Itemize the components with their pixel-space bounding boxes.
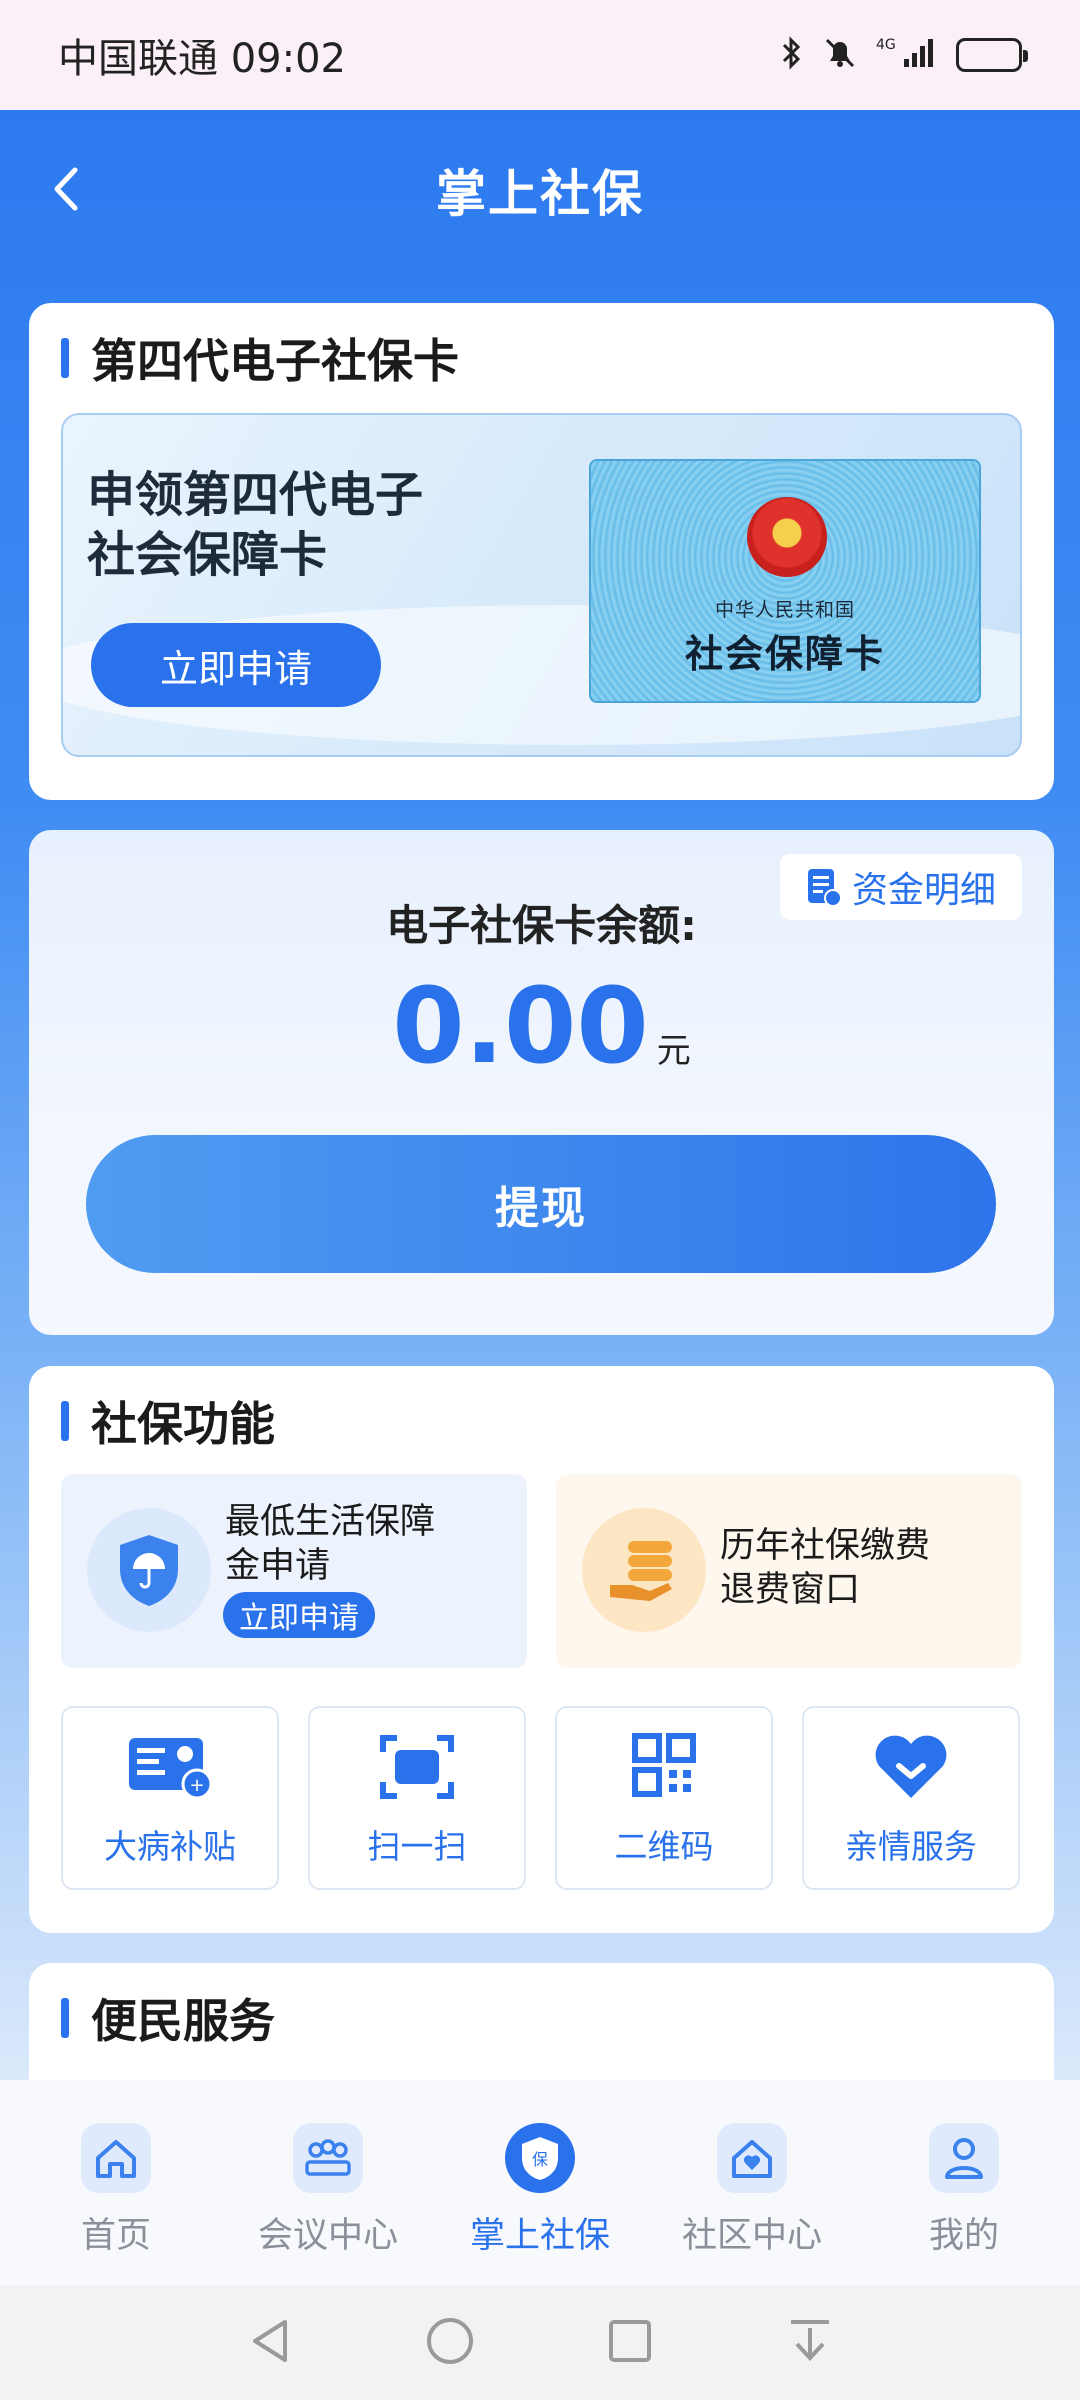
feature-right-text: 历年社保缴费 退费窗口 bbox=[720, 1524, 930, 1612]
tile-label: 亲情服务 bbox=[845, 1827, 977, 1866]
tile-label: 大病补贴 bbox=[104, 1827, 236, 1866]
title-accent-bar bbox=[61, 338, 69, 378]
section-title-text: 社保功能 bbox=[91, 1397, 275, 1451]
coin-hand-icon bbox=[582, 1508, 706, 1632]
tile-family-service[interactable]: 亲情服务 bbox=[802, 1706, 1020, 1890]
balance-amount: 0.00 元 bbox=[29, 965, 1054, 1087]
apply-now-tag[interactable]: 立即申请 bbox=[223, 1592, 375, 1638]
community-icon bbox=[717, 2123, 787, 2193]
nav-label: 会议中心 bbox=[257, 2216, 398, 2256]
nav-label: 我的 bbox=[928, 2216, 999, 2256]
id-card-subsidy-icon: + bbox=[63, 1732, 277, 1802]
functions-card: 社保功能 最低生活保障 金申请 立即申请 历年社保缴费 退费窗口 + 大病补贴 … bbox=[29, 1366, 1054, 1933]
withdraw-button[interactable]: 提现 bbox=[86, 1135, 996, 1273]
nav-item-meeting[interactable]: 会议中心 bbox=[228, 2080, 428, 2285]
back-button[interactable] bbox=[32, 154, 102, 224]
feature-left-line2: 金申请 bbox=[225, 1546, 331, 1586]
home-icon bbox=[81, 2123, 151, 2193]
system-home-icon[interactable] bbox=[425, 2316, 475, 2370]
signal-icon: 4G bbox=[876, 35, 938, 75]
national-emblem-icon bbox=[747, 497, 827, 577]
feature-left-text: 最低生活保障 金申请 bbox=[225, 1500, 435, 1588]
banner-text-line2: 社会保障卡 bbox=[87, 527, 328, 583]
tile-label: 扫一扫 bbox=[367, 1827, 467, 1866]
section-title-apply: 第四代电子社保卡 bbox=[61, 325, 459, 391]
minimum-living-allowance-feature[interactable]: 最低生活保障 金申请 立即申请 bbox=[61, 1474, 527, 1668]
carrier-time: 中国联通 09:02 bbox=[58, 36, 346, 82]
card-country-text: 中华人民共和国 bbox=[714, 599, 855, 621]
card-name-text: 社会保障卡 bbox=[684, 632, 885, 676]
nav-label: 首页 bbox=[80, 2216, 151, 2256]
nav-item-social-security[interactable]: 保 掌上社保 bbox=[440, 2080, 640, 2285]
page-title: 掌上社保 bbox=[436, 165, 644, 223]
feature-right-line2: 退费窗口 bbox=[720, 1570, 861, 1610]
title-accent-bar bbox=[61, 1401, 69, 1441]
svg-text:+: + bbox=[189, 1775, 204, 1796]
title-accent-bar bbox=[61, 1998, 69, 2038]
network-type: 4G bbox=[876, 37, 896, 53]
shield-icon: 保 bbox=[505, 2123, 575, 2193]
social-security-card-image: 中华人民共和国 社会保障卡 bbox=[589, 459, 981, 703]
mute-bell-icon bbox=[822, 35, 858, 75]
balance-card: 资金明细 电子社保卡余额: 0.00 元 提现 bbox=[29, 830, 1054, 1335]
status-bar: 中国联通 09:02 4G bbox=[0, 0, 1080, 110]
tile-qr-code[interactable]: 二维码 bbox=[555, 1706, 773, 1890]
chevron-left-icon bbox=[54, 167, 78, 211]
meeting-icon bbox=[293, 2123, 363, 2193]
top-bar: 掌上社保 bbox=[0, 110, 1080, 270]
apply-now-button[interactable]: 立即申请 bbox=[91, 623, 381, 707]
tile-label: 二维码 bbox=[614, 1827, 714, 1866]
balance-unit: 元 bbox=[656, 1031, 691, 1071]
balance-value: 0.00 bbox=[392, 965, 649, 1087]
status-icons: 4G bbox=[780, 35, 1028, 75]
nav-label: 掌上社保 bbox=[469, 2216, 610, 2256]
section-title-convenience: 便民服务 bbox=[61, 1985, 275, 2051]
system-recents-icon[interactable] bbox=[605, 2316, 655, 2370]
nav-item-home[interactable]: 首页 bbox=[16, 2080, 216, 2285]
system-notification-pull-icon[interactable] bbox=[785, 2316, 835, 2370]
tile-serious-illness-subsidy[interactable]: + 大病补贴 bbox=[61, 1706, 279, 1890]
nav-label: 社区中心 bbox=[681, 2216, 822, 2256]
banner-text: 申领第四代电子 社会保障卡 bbox=[87, 465, 423, 585]
tile-scan[interactable]: 扫一扫 bbox=[308, 1706, 526, 1890]
bottom-nav: 首页 会议中心 保 掌上社保 社区中心 我的 bbox=[0, 2080, 1080, 2285]
bluetooth-icon bbox=[780, 35, 804, 75]
refund-window-feature[interactable]: 历年社保缴费 退费窗口 bbox=[556, 1474, 1022, 1668]
system-nav-bar bbox=[0, 2285, 1080, 2400]
battery-icon bbox=[956, 38, 1028, 72]
banner-text-line1: 申领第四代电子 bbox=[87, 467, 424, 523]
heart-icon bbox=[804, 1732, 1018, 1802]
scan-icon bbox=[310, 1732, 524, 1802]
apply-banner[interactable]: 申领第四代电子 社会保障卡 立即申请 中华人民共和国 社会保障卡 bbox=[61, 413, 1022, 757]
feature-left-line1: 最低生活保障 bbox=[225, 1502, 436, 1542]
nav-item-community[interactable]: 社区中心 bbox=[652, 2080, 852, 2285]
shield-umbrella-icon bbox=[87, 1508, 211, 1632]
system-back-icon[interactable] bbox=[245, 2316, 295, 2370]
feature-right-line1: 历年社保缴费 bbox=[720, 1526, 931, 1566]
section-title-text: 第四代电子社保卡 bbox=[91, 334, 459, 388]
user-icon bbox=[929, 2123, 999, 2193]
balance-label: 电子社保卡余额: bbox=[386, 901, 697, 950]
nav-item-mine[interactable]: 我的 bbox=[864, 2080, 1064, 2285]
apply-card: 第四代电子社保卡 申领第四代电子 社会保障卡 立即申请 中华人民共和国 社会保障… bbox=[29, 303, 1054, 800]
section-title-functions: 社保功能 bbox=[61, 1388, 275, 1454]
svg-text:保: 保 bbox=[532, 2150, 548, 2169]
qr-code-icon bbox=[557, 1732, 771, 1798]
section-title-text: 便民服务 bbox=[91, 1994, 275, 2048]
